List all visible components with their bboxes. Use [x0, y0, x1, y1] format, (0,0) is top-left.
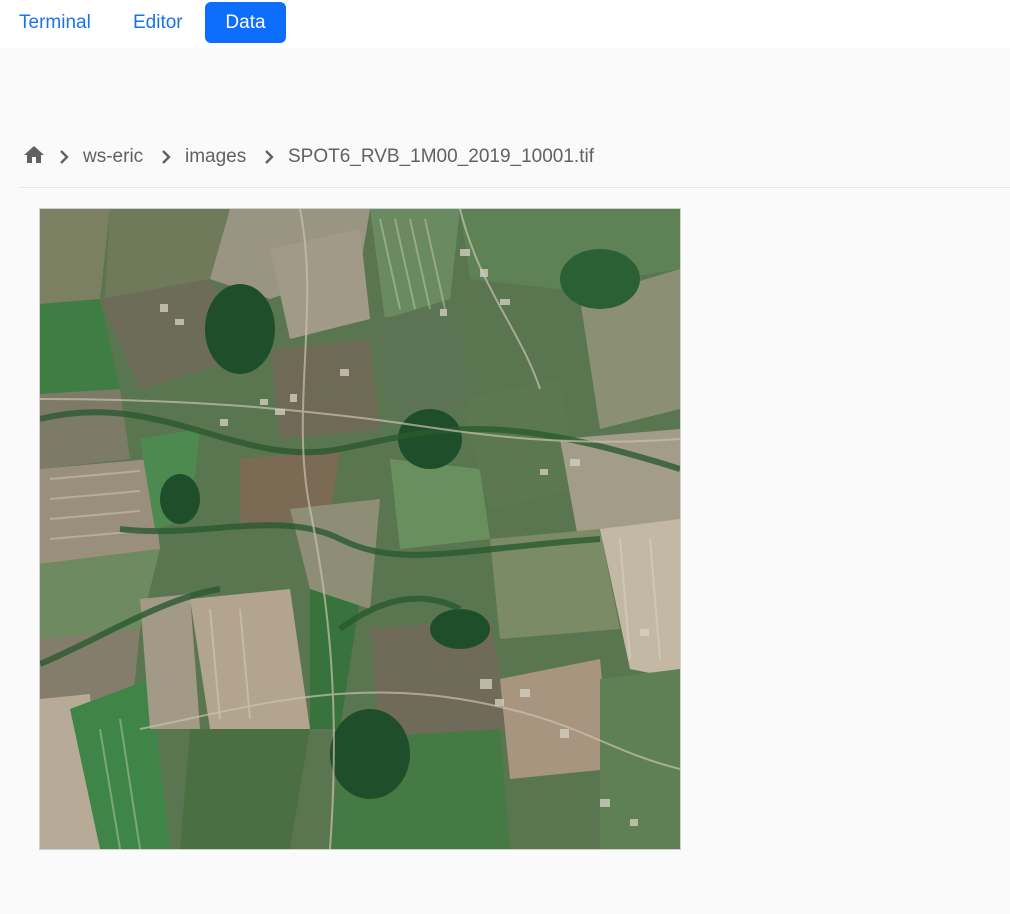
- home-icon[interactable]: [21, 143, 47, 167]
- chevron-right-icon: [60, 150, 69, 164]
- chevron-right-icon: [265, 150, 274, 164]
- satellite-image: [40, 209, 680, 849]
- tab-editor[interactable]: Editor: [133, 2, 183, 43]
- chevron-right-icon: [162, 150, 171, 164]
- tab-data[interactable]: Data: [205, 2, 286, 43]
- breadcrumb-item-file: SPOT6_RVB_1M00_2019_10001.tif: [288, 146, 594, 167]
- breadcrumb: ws-eric images SPOT6_RVB_1M00_2019_10001…: [19, 140, 1010, 188]
- satellite-image-preview: [39, 208, 681, 850]
- breadcrumb-item-ws-eric[interactable]: ws-eric: [83, 145, 143, 169]
- breadcrumb-item-images[interactable]: images: [185, 145, 246, 169]
- tab-terminal[interactable]: Terminal: [19, 2, 91, 43]
- top-tab-bar: Terminal Editor Data: [0, 0, 1010, 48]
